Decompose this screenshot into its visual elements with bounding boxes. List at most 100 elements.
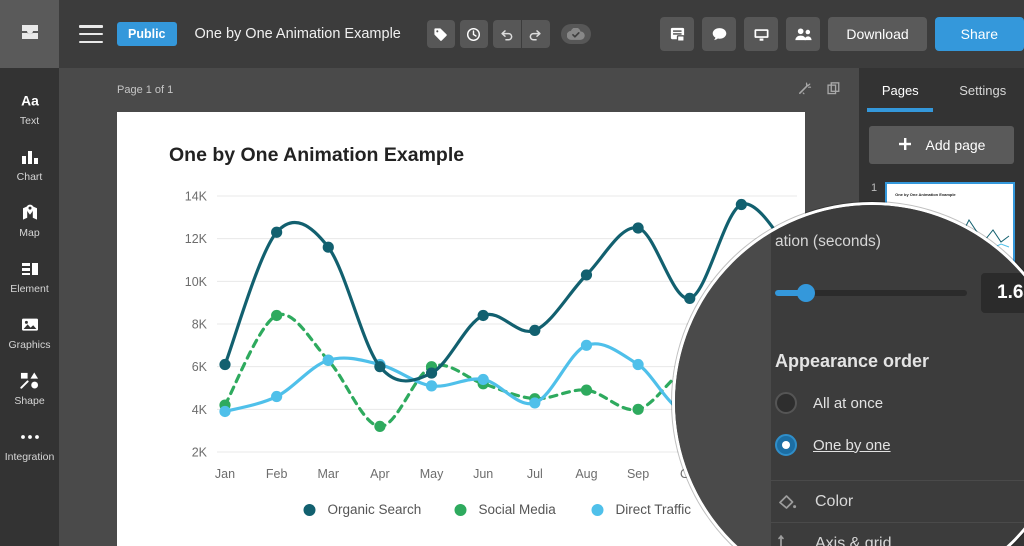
sidebar-item-label: Chart — [16, 170, 43, 183]
menu-item-color[interactable]: Color — [771, 480, 1024, 522]
tag-icon[interactable] — [426, 20, 455, 48]
x-axis-tick: Feb — [266, 467, 288, 481]
page-indicator: Page 1 of 1 — [117, 84, 174, 96]
plus-icon — [898, 137, 912, 154]
menu-label: Axis & grid — [815, 534, 892, 546]
left-sidebar: Aa Text Chart Map Element Graphics Shape — [0, 68, 59, 546]
data-point[interactable] — [271, 309, 283, 322]
data-point[interactable] — [322, 354, 334, 366]
magic-wand-icon[interactable] — [797, 81, 812, 99]
x-axis-tick: Sep — [627, 467, 649, 481]
text-aa-icon: Aa — [18, 90, 42, 112]
visibility-badge[interactable]: Public — [117, 22, 177, 46]
page-toolbar: Page 1 of 1 — [59, 68, 859, 112]
data-point[interactable] — [580, 339, 593, 351]
data-point[interactable] — [322, 241, 334, 253]
data-point[interactable] — [580, 269, 593, 281]
comment-icon[interactable] — [702, 17, 737, 51]
sidebar-item-label: Text — [19, 114, 40, 127]
redo-icon[interactable] — [521, 20, 550, 48]
ellipsis-icon — [19, 426, 41, 448]
y-axis-tick: 14K — [185, 190, 208, 204]
option-label: All at once — [813, 394, 884, 412]
data-point[interactable] — [477, 373, 489, 386]
data-point[interactable] — [271, 226, 283, 238]
data-point[interactable] — [271, 390, 283, 403]
duration-slider[interactable] — [775, 284, 967, 302]
animation-settings-panel: ation (seconds) 1.63 Appearance order Al… — [771, 205, 1024, 546]
chart-title: One by One Animation Example — [169, 144, 465, 166]
data-point[interactable] — [219, 358, 231, 371]
sidebar-item-label: Element — [10, 282, 49, 295]
bar-chart-icon — [20, 146, 40, 168]
present-icon[interactable] — [744, 17, 779, 51]
sidebar-item-element[interactable]: Element — [0, 248, 59, 304]
legend-label[interactable]: Social Media — [479, 502, 557, 517]
magnifier-canvas-backdrop — [675, 205, 771, 546]
tab-pages[interactable]: Pages — [859, 68, 942, 112]
legend-swatch — [303, 504, 316, 516]
sidebar-item-shape[interactable]: Shape — [0, 360, 59, 416]
option-all-at-once[interactable]: All at once — [771, 392, 1024, 414]
menu-label: Color — [815, 492, 854, 510]
image-icon — [20, 314, 40, 336]
y-axis-tick: 2K — [192, 446, 208, 460]
option-one-by-one[interactable]: One by one — [771, 434, 1024, 456]
data-point[interactable] — [374, 420, 386, 432]
y-axis-tick: 4K — [192, 403, 208, 417]
sidebar-item-graphics[interactable]: Graphics — [0, 304, 59, 360]
sidebar-item-label: Shape — [14, 394, 45, 407]
notes-icon[interactable] — [660, 17, 695, 51]
shapes-icon — [19, 370, 40, 392]
x-axis-tick: Aug — [575, 467, 597, 481]
share-button[interactable]: Share — [934, 17, 1024, 51]
undo-icon[interactable] — [492, 20, 521, 48]
panel-tabs: Pages Settings — [859, 68, 1024, 112]
sidebar-item-map[interactable]: Map — [0, 192, 59, 248]
history-clock-icon[interactable] — [459, 20, 488, 48]
data-point[interactable] — [374, 361, 386, 373]
sidebar-item-text[interactable]: Aa Text — [0, 80, 59, 136]
edit-tools — [426, 20, 591, 48]
data-point[interactable] — [529, 324, 541, 336]
download-button[interactable]: Download — [828, 17, 927, 51]
x-axis-tick: Jul — [527, 467, 543, 481]
x-axis-tick: Jun — [473, 467, 493, 481]
svg-text:Aa: Aa — [21, 92, 39, 108]
collaborators-icon[interactable] — [786, 17, 821, 51]
data-point[interactable] — [632, 403, 644, 415]
duplicate-icon[interactable] — [826, 81, 841, 99]
data-point[interactable] — [425, 380, 438, 392]
page-number: 1 — [871, 182, 878, 194]
y-axis-tick: 8K — [192, 318, 208, 332]
add-page-button[interactable]: Add page — [869, 126, 1014, 164]
menu-item-axis-grid[interactable]: Axis & grid — [771, 522, 1024, 546]
axis-grid-icon — [775, 533, 799, 546]
data-point[interactable] — [632, 222, 644, 234]
radio-unselected-icon[interactable] — [775, 392, 797, 414]
menu-button[interactable] — [79, 25, 103, 43]
sidebar-item-chart[interactable]: Chart — [0, 136, 59, 192]
document-title[interactable]: One by One Animation Example — [195, 26, 401, 42]
paint-bucket-icon — [775, 491, 799, 513]
sidebar-item-label: Map — [19, 226, 40, 239]
magnifier-lens: ation (seconds) 1.63 Appearance order Al… — [672, 202, 1024, 546]
sidebar-item-integration[interactable]: Integration — [0, 416, 59, 472]
data-point[interactable] — [219, 405, 231, 418]
top-toolbar: Public One by One Animation Example Down… — [0, 0, 1024, 68]
tab-settings[interactable]: Settings — [942, 68, 1024, 112]
legend-label[interactable]: Organic Search — [328, 502, 422, 517]
thumbnail-title: One by One Animation Example — [895, 192, 956, 197]
radio-selected-icon[interactable] — [775, 434, 797, 456]
x-axis-tick: May — [420, 467, 444, 481]
slider-thumb[interactable] — [797, 284, 815, 302]
data-point[interactable] — [477, 309, 489, 322]
inbox-icon — [20, 23, 40, 46]
data-point[interactable] — [529, 397, 541, 409]
sidebar-item-label: Graphics — [8, 338, 51, 351]
legend-swatch — [454, 504, 467, 516]
app-logo[interactable] — [0, 0, 59, 68]
data-point[interactable] — [632, 358, 644, 371]
data-point[interactable] — [425, 367, 438, 379]
data-point[interactable] — [580, 384, 593, 396]
